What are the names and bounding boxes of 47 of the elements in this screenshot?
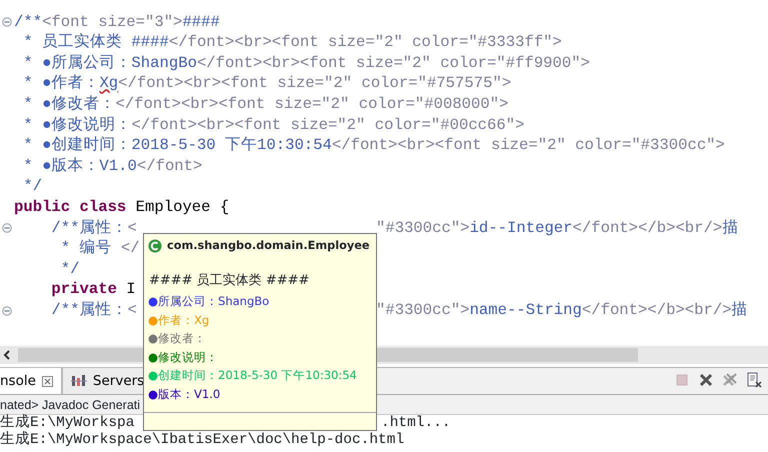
comment-text: * ●作者：	[22, 74, 100, 92]
comment-text: * 编号	[60, 239, 113, 258]
comment-text: ####	[182, 12, 220, 31]
comment-text: * ●修改说明：	[22, 116, 132, 134]
comment-text: /**属性：	[50, 218, 128, 237]
html-tag-text: <	[128, 300, 137, 319]
console-text: .html...	[381, 415, 451, 432]
doc-line: ●作者：Xg	[147, 312, 210, 329]
misspelled-word: Xg	[99, 74, 118, 92]
html-tag-text: </font><br><font size="2" color="#3333ff">	[168, 33, 562, 52]
html-tag-text: "#3300cc">	[376, 218, 470, 237]
html-tag-text: </	[120, 239, 140, 258]
doc-line: ●修改说明：	[147, 348, 220, 366]
comment-text: */	[60, 260, 80, 278]
keyword-text: public class	[14, 198, 126, 216]
comment-text: 描	[722, 218, 738, 237]
html-tag-text: <	[128, 218, 137, 237]
html-tag-text: </font><br><font size="2" color="#ff9900">	[196, 54, 590, 72]
popup-heading: #### 员工实体类 ####	[149, 272, 310, 290]
comment-text: /**	[14, 12, 42, 31]
comment-text: * 员工实体类 ####	[22, 33, 169, 52]
comment-text: /**属性：	[50, 300, 128, 319]
comment-text: */	[22, 177, 42, 196]
html-tag-text: "#3300cc">	[376, 300, 470, 319]
html-tag-text: </font><br><font size="2" color="#757575">	[118, 74, 512, 92]
comment-text: * ●所属公司：ShangBo	[22, 54, 197, 72]
doc-line: ●修改者：	[147, 330, 208, 348]
html-tag-text: </font><br><font size="2" color="#3300cc">	[332, 136, 725, 154]
html-tag-text: </font>	[136, 156, 202, 175]
comment-text: * ●版本：V1.0	[22, 156, 137, 175]
html-tag-text: <font size="3">	[42, 12, 182, 31]
console-text: 生成E:\MyWorkspa	[0, 415, 134, 431]
code-text: Employee {	[134, 198, 230, 216]
comment-text: * ●创建时间：2018-5-30 下午10:30:54	[22, 136, 332, 154]
html-tag-text: </font></b><br/>	[572, 218, 722, 237]
comment-text: 描	[732, 300, 748, 319]
console-text: 生成E:\MyWorkspace\IbatisExer\doc\help-doc.html	[0, 432, 404, 449]
comment-text: name--String	[470, 300, 582, 319]
comment-text: * ●修改者：	[22, 94, 116, 113]
code-text: I	[125, 280, 136, 298]
html-tag-text: </font><br><font size="2" color="#008000">	[115, 94, 508, 113]
html-tag-text: </font></b><br/>	[582, 300, 732, 319]
popup-title: com.shangbo.domain.Employee	[167, 238, 370, 254]
keyword-text: private	[50, 280, 117, 298]
html-tag-text: </font><br><font size="2" color="#00cc66">	[131, 116, 524, 134]
doc-line: ●所属公司：ShangBo	[147, 293, 270, 310]
comment-text: id--Integer	[470, 218, 573, 237]
